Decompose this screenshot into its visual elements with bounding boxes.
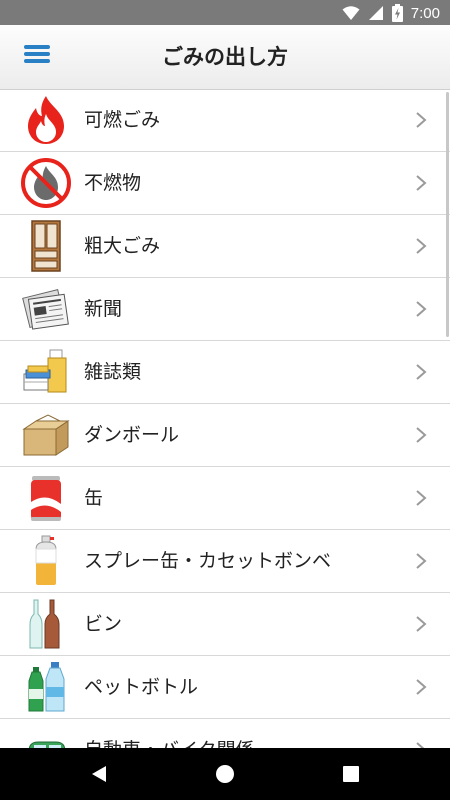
chevron-right-icon [416, 679, 427, 695]
chevron-right-icon [416, 364, 427, 380]
list-item-bottles[interactable]: ビン [0, 593, 450, 656]
menu-button[interactable] [22, 42, 56, 72]
can-icon [31, 476, 61, 521]
list-item-non-burnable[interactable]: 不燃物 [0, 152, 450, 215]
pet-bottles-icon [28, 662, 65, 712]
chevron-right-icon [416, 490, 427, 506]
recents-square-icon [343, 766, 359, 782]
home-button[interactable] [195, 748, 255, 800]
list-item-pet-bottles[interactable]: ペットボトル [0, 656, 450, 719]
status-icons: 7:00 [342, 3, 440, 23]
back-button[interactable] [68, 748, 128, 800]
list-item-label: ビン [84, 613, 123, 635]
fire-icon [28, 96, 64, 144]
list-item-label: 雑誌類 [84, 361, 142, 383]
list-item-oversized[interactable]: 粗大ごみ [0, 215, 450, 278]
list-item-vehicles[interactable]: 自動車・バイク関係 [0, 719, 450, 748]
newspaper-icon [22, 288, 69, 330]
recents-button[interactable] [321, 748, 381, 800]
status-bar: 7:00 [0, 0, 450, 25]
navigation-bar [0, 748, 450, 800]
list-item-label: 新聞 [84, 298, 123, 320]
list-item-magazines[interactable]: 雑誌類 [0, 341, 450, 404]
list-item-label: ダンボール [84, 424, 180, 446]
cardboard-box-icon [22, 414, 70, 456]
category-list[interactable]: 可燃ごみ 不燃物 粗大ごみ 新聞 雑誌類 ダンボール 缶 スプレー缶・カセットボ… [0, 89, 450, 748]
car-icon [28, 741, 66, 748]
chevron-right-icon [416, 616, 427, 632]
list-item-label: 可燃ごみ [84, 109, 161, 131]
cabinet-icon [31, 220, 61, 272]
app-bar: ごみの出し方 [0, 25, 450, 90]
chevron-right-icon [416, 112, 427, 128]
list-item-cardboard[interactable]: ダンボール [0, 404, 450, 467]
list-item-cans[interactable]: 缶 [0, 467, 450, 530]
list-item-burnable[interactable]: 可燃ごみ [0, 89, 450, 152]
wifi-icon [342, 6, 360, 20]
list-item-spray-cans[interactable]: スプレー缶・カセットボンベ [0, 530, 450, 593]
list-item-label: スプレー缶・カセットボンベ [84, 550, 332, 572]
page-title: ごみの出し方 [162, 45, 288, 69]
list-item-newspaper[interactable]: 新聞 [0, 278, 450, 341]
list-item-label: 自動車・バイク関係 [84, 719, 255, 748]
chevron-right-icon [416, 427, 427, 443]
scrollbar[interactable] [446, 92, 449, 337]
list-item-label: 粗大ごみ [84, 235, 161, 257]
bottles-icon [29, 599, 60, 649]
list-item-label: ペットボトル [84, 676, 199, 698]
no-burn-icon [21, 158, 71, 208]
chevron-right-icon [416, 553, 427, 569]
chevron-right-icon [416, 175, 427, 191]
list-item-label: 缶 [84, 487, 104, 509]
signal-icon [368, 6, 383, 20]
spray-can-icon [35, 535, 57, 585]
chevron-right-icon [416, 238, 427, 254]
hamburger-menu-icon [22, 45, 56, 63]
battery-charging-icon [391, 4, 403, 22]
status-time: 7:00 [410, 4, 440, 22]
back-triangle-icon [92, 766, 106, 782]
chevron-right-icon [416, 301, 427, 317]
chevron-right-icon [416, 742, 425, 748]
list-item-label: 不燃物 [84, 172, 142, 194]
home-circle-icon [216, 765, 234, 783]
magazines-icon [23, 349, 67, 393]
